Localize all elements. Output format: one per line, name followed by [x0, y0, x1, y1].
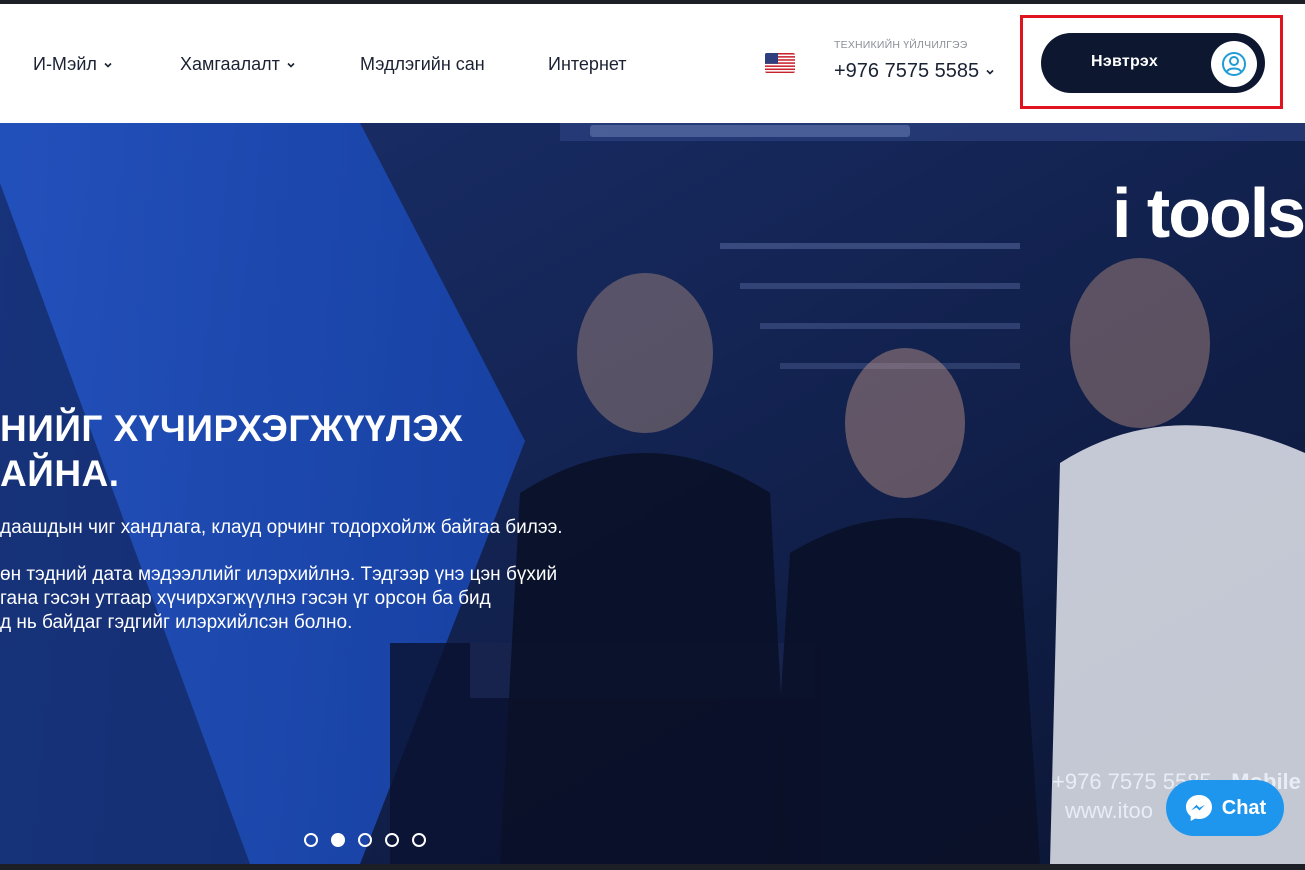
- chevron-down-icon: [104, 62, 112, 68]
- us-flag-icon[interactable]: [765, 53, 795, 73]
- chat-button-label: Chat: [1221, 796, 1267, 819]
- chat-button[interactable]: Chat: [1166, 780, 1284, 836]
- page: И-Мэйл Хамгаалалт Мэдлэгийн сан Интернет…: [0, 0, 1305, 870]
- nav-item-security[interactable]: Хамгаалалт: [180, 54, 296, 75]
- hero-title-line: АЙНА.: [0, 453, 120, 494]
- user-circle-icon: [1211, 41, 1257, 87]
- chevron-down-icon: [986, 69, 994, 75]
- hero-paragraph-line: өн тэдний дата мэдээллийг илэрхийлнэ. Тэ…: [0, 564, 558, 585]
- hero-paragraph-line: д нь байдаг гэдгийг илэрхийлсэн болно.: [0, 612, 353, 633]
- carousel-dot-active[interactable]: [331, 833, 345, 847]
- nav-item-email[interactable]: И-Мэйл: [33, 54, 113, 75]
- carousel-dot[interactable]: [304, 833, 318, 847]
- hero-paragraph: даашдын чиг хандлага, клауд орчинг тодор…: [0, 517, 563, 538]
- nav-item-label: И-Мэйл: [33, 54, 97, 74]
- site-header: И-Мэйл Хамгаалалт Мэдлэгийн сан Интернет…: [0, 4, 1305, 123]
- hero-title-line: НИЙГ ХҮЧИРХЭГЖҮҮЛЭХ: [0, 408, 464, 449]
- hero-paragraph-line: гана гэсэн утгаар хүчирхэгжүүлнэ гэсэн ү…: [0, 588, 491, 609]
- hero-paragraph: өн тэдний дата мэдээллийг илэрхийлнэ. Тэ…: [0, 563, 557, 635]
- bottom-strip: [0, 864, 1305, 870]
- login-button-label: Нэвтрэх: [1091, 53, 1159, 70]
- support-label: ТЕХНИКИЙН ҮЙЛЧИЛГЭЭ: [834, 39, 968, 51]
- carousel-dot[interactable]: [358, 833, 372, 847]
- nav-item-label: Хамгаалалт: [180, 54, 280, 74]
- chevron-down-icon: [287, 62, 295, 68]
- hero-title: НИЙГ ХҮЧИРХЭГЖҮҮЛЭХ АЙНА.: [0, 406, 463, 496]
- carousel-dot[interactable]: [385, 833, 399, 847]
- nav-item-knowledge-base[interactable]: Мэдлэгийн сан: [360, 54, 485, 75]
- nav-item-label: Мэдлэгийн сан: [360, 54, 485, 74]
- brand-logo: i tools: [1112, 174, 1305, 252]
- login-button[interactable]: Нэвтрэх: [1041, 33, 1265, 93]
- nav-item-label: Интернет: [548, 54, 627, 74]
- nav-item-internet[interactable]: Интернет: [548, 54, 627, 75]
- carousel-dots: [304, 833, 426, 847]
- messenger-icon: [1185, 795, 1212, 821]
- support-phone-number: +976 7575 5585: [834, 60, 980, 82]
- banner-website: www.itoo: [1065, 798, 1154, 823]
- carousel-dot[interactable]: [412, 833, 426, 847]
- support-phone[interactable]: +976 7575 5585: [834, 60, 995, 83]
- hero-banner: i tools НИЙГ ХҮЧИРХЭГЖҮҮЛЭХ АЙНА. даашды…: [0, 123, 1305, 864]
